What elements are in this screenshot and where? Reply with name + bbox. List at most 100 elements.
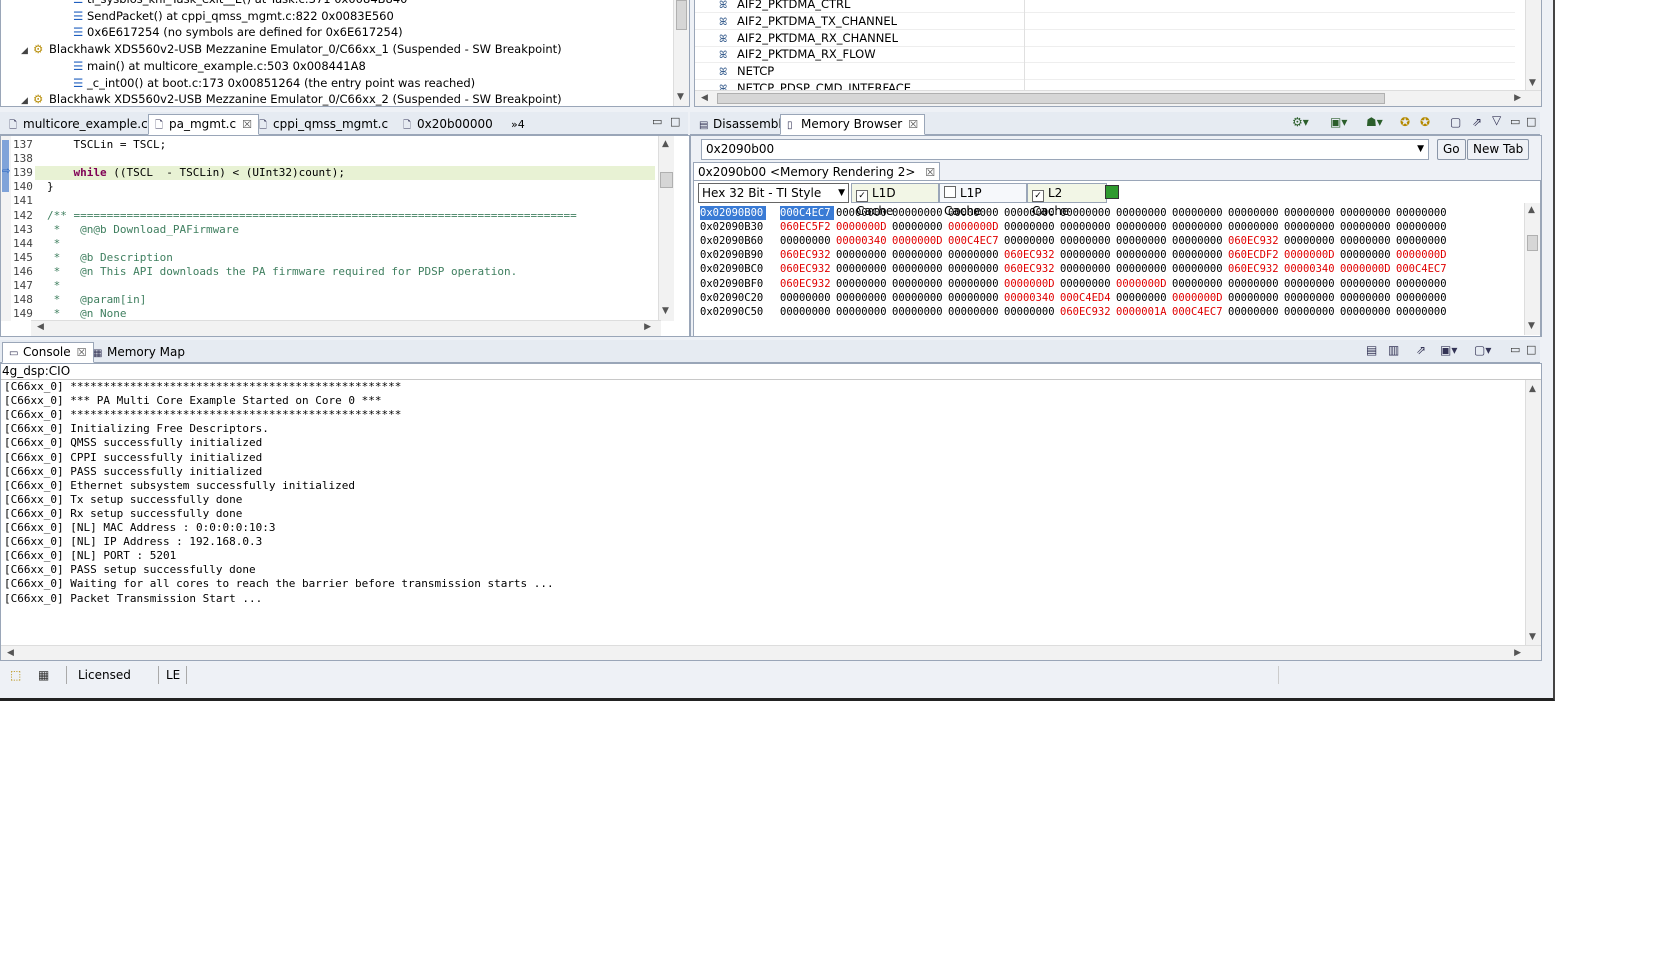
memory-cell[interactable]: 00000000 (1396, 305, 1452, 319)
scroll-up-arrow[interactable]: ▲ (662, 139, 669, 149)
checkbox-box[interactable] (944, 186, 956, 198)
memory-cell[interactable]: 0000000D (1284, 248, 1340, 262)
maximize-icon[interactable]: □ (1526, 115, 1536, 128)
memory-cell[interactable]: 00000000 (1228, 277, 1284, 291)
memory-cell[interactable]: 000C4EC7 (1396, 262, 1452, 276)
memory-cell[interactable]: 00000000 (1060, 262, 1116, 276)
register-item[interactable]: ꕤ AIF2_PKTDMA_RX_FLOW (695, 46, 1515, 64)
memory-cell[interactable]: 060EC932 (1060, 305, 1116, 319)
memory-cell[interactable]: 00000000 (780, 291, 836, 305)
scroll-thumb[interactable] (717, 93, 1385, 104)
memory-cell[interactable]: 00000000 (1228, 220, 1284, 234)
dropdown-arrow-icon[interactable]: ▼ (1417, 140, 1424, 159)
dropdown-arrow-icon[interactable]: ▼ (838, 184, 845, 202)
minimize-icon[interactable]: ▭ (652, 115, 662, 128)
console-tab[interactable]: ▭ Console ☒ (2, 342, 94, 363)
memory-cell[interactable]: 060EC932 (780, 277, 836, 291)
target-config-icon[interactable]: ▦ (38, 663, 49, 687)
scroll-down-arrow[interactable]: ▼ (1528, 321, 1535, 331)
scroll-down-arrow[interactable]: ▼ (662, 306, 669, 316)
close-icon[interactable]: ☒ (925, 166, 935, 179)
memory-cell[interactable]: 00000000 (892, 206, 948, 220)
memory-cell[interactable]: 000C4EC7 (1172, 305, 1228, 319)
scroll-lock-icon[interactable]: ▥ (1388, 343, 1399, 357)
memory-cell[interactable]: 0000000D (948, 220, 1004, 234)
connect-icon[interactable]: ☗▾ (1366, 115, 1383, 129)
new-connection-icon[interactable]: ⬚ (10, 663, 21, 687)
debug-tree-item[interactable]: ◢ ⚙ Blackhawk XDS560v2-USB Mezzanine Emula… (21, 91, 562, 106)
new-view-icon[interactable]: ▢ (1450, 115, 1461, 129)
memory-cell[interactable]: 0000000D (1340, 262, 1396, 276)
memory-cell[interactable]: 060ECDF2 (1228, 248, 1284, 262)
memory-cell[interactable]: 00000000 (892, 277, 948, 291)
memory-cell[interactable]: 00000000 (1172, 234, 1228, 248)
memory-cell[interactable]: 00000340 (836, 234, 892, 248)
memory-cell[interactable]: 0000001A (1116, 305, 1172, 319)
register-item[interactable]: ꕤ AIF2_PKTDMA_RX_CHANNEL (695, 30, 1515, 47)
memory-cell[interactable]: 060EC5F2 (780, 220, 836, 234)
memory-cell[interactable]: 00000000 (1116, 206, 1172, 220)
memory-cell[interactable]: 00000000 (1396, 220, 1452, 234)
memory-cell[interactable]: 00000000 (1172, 206, 1228, 220)
pin-icon[interactable]: ⇗ (1472, 115, 1482, 129)
memory-cell[interactable]: 00000000 (1004, 220, 1060, 234)
memory-cell[interactable]: 060EC932 (1004, 262, 1060, 276)
memory-cell[interactable]: 00000340 (1284, 262, 1340, 276)
cache-checkbox[interactable]: ✓ L1D Cache (851, 183, 939, 218)
scroll-right-arrow[interactable]: ▶ (644, 322, 651, 332)
memory-cell[interactable]: 00000000 (948, 206, 1004, 220)
memory-cell[interactable]: 00000000 (1228, 291, 1284, 305)
checkbox-box[interactable]: ✓ (1032, 190, 1044, 202)
display-console-icon[interactable]: ▣▾ (1440, 343, 1457, 357)
editor-tab[interactable]: 🗋 pa_mgmt.c ☒ (148, 114, 259, 135)
register-item[interactable]: ꕤ AIF2_PKTDMA_TX_CHANNEL (695, 13, 1515, 30)
editor-tab[interactable]: 🗋 cppi_qmss_mgmt.c (252, 114, 395, 135)
memory-cell[interactable]: 00000000 (1284, 234, 1340, 248)
memory-cell[interactable]: 00000000 (1172, 248, 1228, 262)
memory-cell[interactable]: 00000000 (948, 262, 1004, 276)
editor-tab[interactable]: 🗋 multicore_example.c (2, 114, 155, 135)
scroll-left-arrow[interactable]: ◀ (37, 322, 44, 332)
link-icon[interactable]: ✪ (1420, 115, 1430, 129)
memory-cell[interactable]: 0000000D (1004, 277, 1060, 291)
cache-checkbox[interactable]: L1P Cache (939, 183, 1027, 218)
memory-cell[interactable]: 00000000 (1060, 234, 1116, 248)
memory-cell[interactable]: 00000000 (1284, 291, 1340, 305)
memory-view-tab[interactable]: ▯ Memory Browser ☒ (780, 114, 926, 135)
sync-icon[interactable]: ✪ (1400, 115, 1410, 129)
close-icon[interactable]: ☒ (908, 118, 918, 131)
editor-tab[interactable]: 🗋 0x20b00000 (396, 114, 500, 135)
pin-console-icon[interactable]: ⇗ (1416, 343, 1426, 357)
memory-cell[interactable]: 060EC932 (1228, 234, 1284, 248)
scroll-thumb[interactable] (1527, 235, 1538, 251)
memory-cell[interactable]: 00000000 (1172, 262, 1228, 276)
memory-cell[interactable]: 00000000 (1004, 234, 1060, 248)
memory-cell[interactable]: 00000000 (1060, 220, 1116, 234)
maximize-icon[interactable]: □ (670, 115, 680, 128)
code-editor[interactable]: ⇨ 137 TSCLin = TSCL; 138 139 while ((TSCL … (0, 135, 690, 337)
memory-cell[interactable]: 060EC932 (1004, 248, 1060, 262)
memory-vscroll[interactable]: ▲ ▼ (1524, 203, 1540, 335)
editor-vscroll[interactable]: ▲ ▼ (658, 136, 674, 321)
memory-cell[interactable]: 060EC932 (780, 248, 836, 262)
memory-cell[interactable]: 00000000 (948, 248, 1004, 262)
close-icon[interactable]: ☒ (242, 118, 252, 131)
scroll-up-arrow[interactable]: ▲ (1529, 384, 1536, 394)
memory-cell[interactable]: 00000000 (1284, 206, 1340, 220)
new-memory-icon[interactable]: ▣▾ (1330, 115, 1347, 129)
memory-cell[interactable]: 060EC932 (780, 262, 836, 276)
memory-cell[interactable]: 00000000 (1396, 291, 1452, 305)
scroll-left-arrow[interactable]: ◀ (701, 93, 708, 103)
checkbox-box[interactable]: ✓ (856, 190, 868, 202)
editor-hscroll[interactable]: ◀ ▶ (31, 320, 661, 336)
memory-cell[interactable]: 00000000 (1116, 220, 1172, 234)
memory-cell[interactable]: 00000000 (1396, 277, 1452, 291)
memory-cell[interactable]: 00000000 (1172, 220, 1228, 234)
memory-cell[interactable]: 00000000 (780, 305, 836, 319)
maximize-icon[interactable]: □ (1526, 343, 1536, 356)
memory-cell[interactable]: 00000000 (1340, 234, 1396, 248)
memory-cell[interactable]: 00000000 (948, 305, 1004, 319)
scroll-thumb[interactable] (676, 0, 687, 30)
scroll-left-arrow[interactable]: ◀ (7, 648, 14, 658)
memory-cell[interactable]: 0000000D (1172, 291, 1228, 305)
